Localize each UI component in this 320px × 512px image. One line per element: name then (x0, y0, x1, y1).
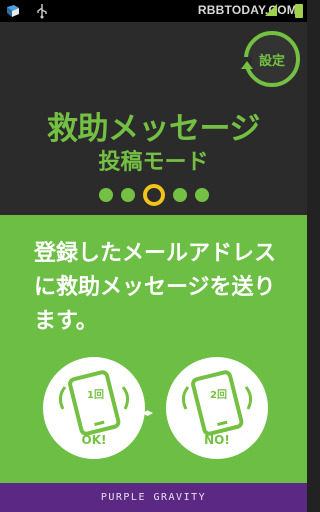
brand-name: PURPLE GRAVITY (100, 492, 207, 503)
watermark-text: RBBTODAY.COM (197, 3, 297, 17)
swap-arrows-icon: ◂▸ (142, 406, 154, 419)
page-dot-active[interactable] (142, 184, 165, 206)
option-caption: OK! (81, 433, 107, 447)
instruction-text: 登録したメールアドレスに救助メッセージを送ります。 (34, 241, 277, 334)
page-dot[interactable] (120, 188, 135, 202)
app-cube-icon (7, 5, 19, 17)
signal-icon (265, 4, 277, 16)
page-dot[interactable] (194, 188, 209, 202)
option-ok[interactable]: 1回 OK! (43, 357, 145, 459)
option-count: 2回 (210, 390, 227, 401)
usb-icon (37, 4, 47, 19)
option-count: 1回 (87, 390, 104, 401)
instruction-panel: 登録したメールアドレスに救助メッセージを送ります。 1回 OK! ◂▸ 2回 N… (0, 215, 307, 483)
page-title: 救助メッセージ (47, 111, 260, 147)
refresh-arrow-icon (241, 61, 253, 69)
page-dot[interactable] (172, 188, 187, 202)
option-no[interactable]: 2回 NO! (166, 357, 268, 459)
page-dot[interactable] (98, 188, 113, 202)
option-caption: NO! (204, 433, 230, 447)
page-subtitle: 投稿モード (98, 150, 209, 175)
battery-icon (295, 4, 303, 18)
status-bar: RBBTODAY.COM (0, 0, 307, 22)
settings-button[interactable]: 設定 (241, 31, 300, 87)
brand-footer: PURPLE GRAVITY (0, 483, 307, 512)
page-indicator (0, 184, 307, 206)
settings-label: 設定 (258, 53, 285, 69)
